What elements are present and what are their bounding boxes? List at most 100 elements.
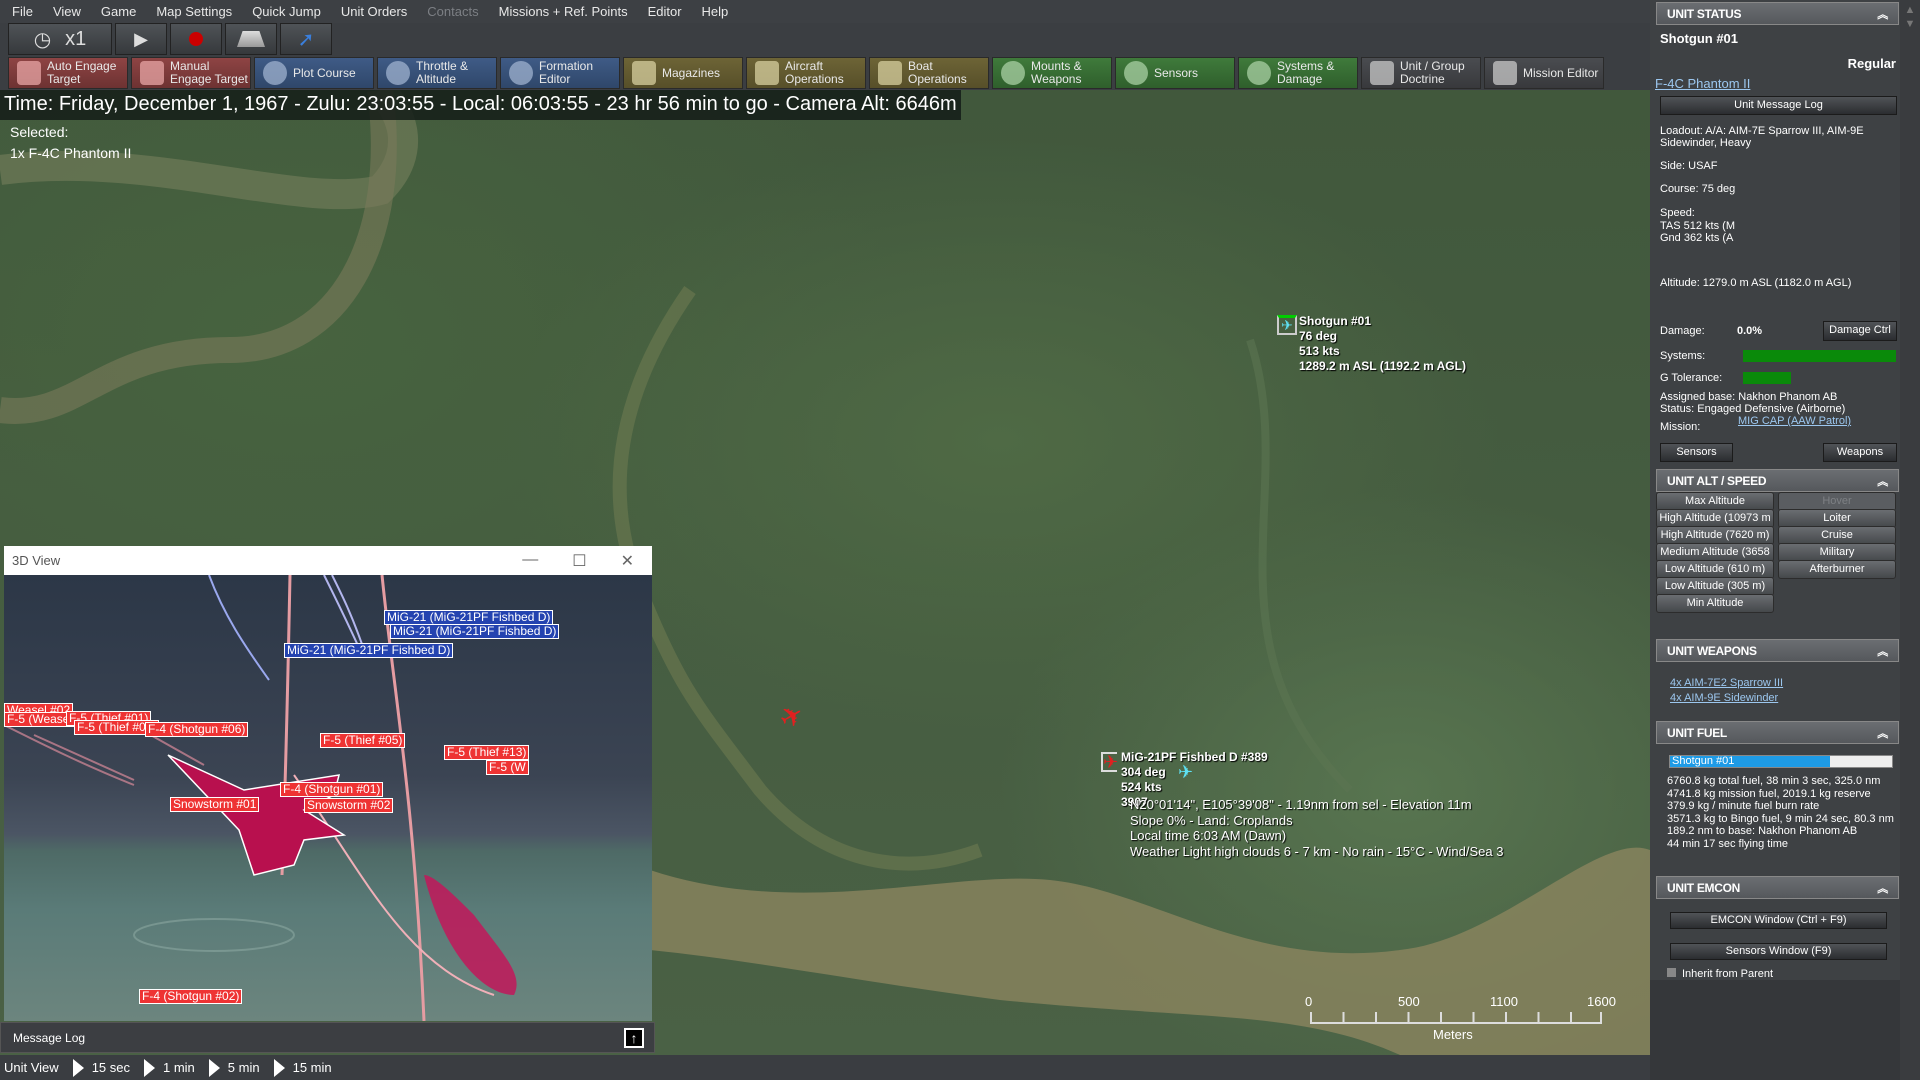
unit-status: Status: Engaged Defensive (Airborne) xyxy=(1660,402,1846,415)
inherit-checkbox-row[interactable]: Inherit from Parent xyxy=(1667,968,1773,978)
panel-scrollbar[interactable]: ▲ ▼ xyxy=(1900,0,1920,1080)
aircraft-icon xyxy=(755,61,779,85)
step-5min[interactable]: 5 min xyxy=(228,1060,260,1075)
menu-editor[interactable]: Editor xyxy=(648,4,682,19)
speed-gnd: Gnd 362 kts (A xyxy=(1660,232,1734,244)
collapse-icon[interactable]: ︽ xyxy=(1877,6,1888,22)
menu-quick-jump[interactable]: Quick Jump xyxy=(252,4,321,19)
toolbar-button-mission-editor[interactable]: Mission Editor xyxy=(1484,57,1604,89)
fuel-line: 6760.8 kg total fuel, 38 min 3 sec, 325.… xyxy=(1667,775,1881,787)
g-tolerance-bar-fill xyxy=(1743,372,1791,384)
expand-up-icon[interactable]: ↑ xyxy=(624,1028,644,1048)
toolbar-button-label: Sensors xyxy=(1154,65,1199,80)
inherit-checkbox[interactable] xyxy=(1667,968,1676,977)
toolbar-button-throttle[interactable]: Throttle & Altitude xyxy=(377,57,497,89)
step-1min[interactable]: 1 min xyxy=(163,1060,195,1075)
step-15sec[interactable]: 15 sec xyxy=(92,1060,130,1075)
weapon-link[interactable]: 4x AIM-9E Sidewinder xyxy=(1670,692,1778,704)
unit-class-link[interactable]: F-4C Phantom II xyxy=(1655,76,1750,91)
unit-status-header[interactable]: UNIT STATUS ︽ xyxy=(1656,2,1899,25)
hostile-selected-icon[interactable]: ✈ xyxy=(1101,752,1118,772)
altitude-preset-button[interactable]: Min Altitude xyxy=(1656,594,1774,613)
unit-label[interactable]: Snowstorm #02 xyxy=(304,798,394,813)
unit-emcon-header[interactable]: UNIT EMCON ︽ xyxy=(1656,876,1899,899)
unit-label[interactable]: F-5 (Thief #05) xyxy=(320,733,406,748)
unit-message-log-button[interactable]: Unit Message Log xyxy=(1660,96,1897,115)
play-step-icon[interactable] xyxy=(273,1058,285,1077)
friendly-unit-icon[interactable]: ✈ xyxy=(1277,315,1297,335)
sensors-window-button[interactable]: Sensors Window (F9) xyxy=(1670,943,1887,960)
menu-help[interactable]: Help xyxy=(702,4,729,19)
weapon-link[interactable]: 4x AIM-7E2 Sparrow III xyxy=(1670,677,1783,689)
damage-ctrl-button[interactable]: Damage Ctrl xyxy=(1823,321,1897,341)
step-15min[interactable]: 15 min xyxy=(293,1060,332,1075)
unit-label[interactable]: F-4 (Shotgun #01) xyxy=(280,782,384,797)
magazines-icon xyxy=(632,61,656,85)
unit-view-label[interactable]: Unit View xyxy=(4,1060,59,1075)
sensors-icon xyxy=(1124,61,1148,85)
header-label: UNIT ALT / SPEED xyxy=(1667,474,1767,488)
unit-fuel-header[interactable]: UNIT FUEL ︽ xyxy=(1656,721,1899,744)
unit-label[interactable]: Snowstorm #01 xyxy=(170,797,260,812)
unit-label[interactable]: F-4 (Shotgun #02) xyxy=(139,989,243,1004)
command-toolbar: Auto Engage Target Manual Engage Target Pl… xyxy=(8,57,1604,89)
speed-preset-button[interactable]: Afterburner xyxy=(1778,560,1896,579)
weapons-button[interactable]: Weapons xyxy=(1823,443,1897,462)
collapse-icon[interactable]: ︽ xyxy=(1877,880,1888,896)
scroll-arrows-icon[interactable]: ▲ ▼ xyxy=(1900,3,1920,31)
contact-label[interactable]: MiG-21 (MiG-21PF Fishbed D) xyxy=(384,610,554,625)
contact-label[interactable]: MiG-21 (MiG-21PF Fishbed D) xyxy=(390,624,560,639)
collapse-icon[interactable]: ︽ xyxy=(1877,643,1888,659)
sensors-button[interactable]: Sensors xyxy=(1660,443,1733,462)
collapse-icon[interactable]: ︽ xyxy=(1877,725,1888,741)
toolbar-button-formation[interactable]: Formation Editor xyxy=(500,57,620,89)
unit-course: 76 deg xyxy=(1299,329,1338,343)
3d-view-titlebar[interactable]: 3D View — ☐ ✕ xyxy=(4,546,652,575)
layers-button[interactable] xyxy=(225,23,277,55)
time-compression-button[interactable]: ◷ x1 xyxy=(8,23,112,55)
mission-link[interactable]: MIG CAP (AAW Patrol) xyxy=(1738,415,1851,427)
play-step-icon[interactable] xyxy=(72,1058,84,1077)
toolbar-button-gear[interactable]: Systems & Damage xyxy=(1238,57,1358,89)
menu-map-settings[interactable]: Map Settings xyxy=(156,4,232,19)
menu-view[interactable]: View xyxy=(53,4,81,19)
menu-game[interactable]: Game xyxy=(101,4,136,19)
play-button[interactable]: ▶ xyxy=(115,23,167,55)
toolbar-button-weapons[interactable]: Mounts & Weapons xyxy=(992,57,1112,89)
toolbar-button-auto-engage[interactable]: Auto Engage Target xyxy=(8,57,128,89)
toolbar-button-boat[interactable]: Boat Operations xyxy=(869,57,989,89)
toolbar-button-manual-engage[interactable]: Manual Engage Target xyxy=(131,57,251,89)
menu-unit-orders[interactable]: Unit Orders xyxy=(341,4,407,19)
jump-button[interactable]: ➚ xyxy=(280,23,332,55)
contact-label[interactable]: MiG-21 (MiG-21PF Fishbed D) xyxy=(284,643,454,658)
toolbar-button-sensors[interactable]: Sensors xyxy=(1115,57,1235,89)
message-log-bar[interactable]: Message Log ↑ xyxy=(0,1022,655,1053)
toolbar-button-label: Auto Engage Target xyxy=(47,59,117,86)
minimize-icon[interactable]: — xyxy=(522,551,538,571)
unit-label[interactable]: F-5 (W xyxy=(486,760,529,775)
emcon-window-button[interactable]: EMCON Window (Ctrl + F9) xyxy=(1670,912,1887,929)
unit-label[interactable]: F-4 (Shotgun #06) xyxy=(145,722,249,737)
play-step-icon[interactable] xyxy=(208,1058,220,1077)
unit-weapons-header[interactable]: UNIT WEAPONS ︽ xyxy=(1656,639,1899,662)
play-step-icon[interactable] xyxy=(144,1058,155,1077)
toolbar-button-aircraft[interactable]: Aircraft Operations xyxy=(746,57,866,89)
unit-alt-speed-header[interactable]: UNIT ALT / SPEED ︽ xyxy=(1656,469,1899,492)
menu-file[interactable]: File xyxy=(12,4,33,19)
toolbar-button-magazines[interactable]: Magazines xyxy=(623,57,743,89)
time-status-bar: Time: Friday, December 1, 1967 - Zulu: 2… xyxy=(0,90,961,120)
boat-icon xyxy=(878,61,902,85)
3d-scene[interactable]: MiG-21 (MiG-21PF Fishbed D) MiG-21 (MiG-… xyxy=(4,575,652,1021)
mission-editor-icon xyxy=(1493,61,1517,85)
unit-label[interactable]: F-5 (Thief #13) xyxy=(444,745,530,760)
toolbar-button-doctrine[interactable]: Unit / Group Doctrine xyxy=(1361,57,1481,89)
collapse-icon[interactable]: ︽ xyxy=(1877,473,1888,489)
toolbar-button-plot-course[interactable]: Plot Course xyxy=(254,57,374,89)
record-button[interactable] xyxy=(170,23,222,55)
toolbar-button-label: Mission Editor xyxy=(1523,65,1599,80)
maximize-icon[interactable]: ☐ xyxy=(572,551,586,571)
menu-missions[interactable]: Missions + Ref. Points xyxy=(499,4,628,19)
close-icon[interactable]: ✕ xyxy=(621,551,634,571)
systems-bar-fill xyxy=(1743,350,1896,362)
assigned-base: Assigned base: Nakhon Phanom AB xyxy=(1660,391,1838,403)
